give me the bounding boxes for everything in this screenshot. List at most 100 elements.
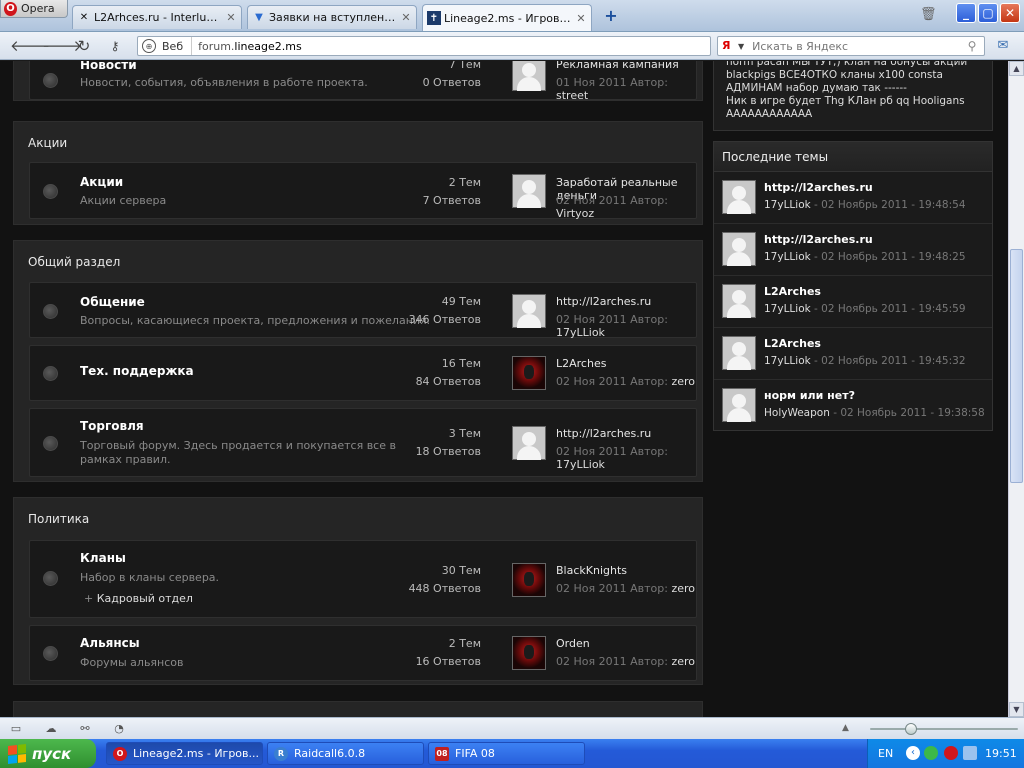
zoom-slider-knob[interactable]	[905, 723, 917, 735]
chevron-down-icon[interactable]: ▼	[738, 42, 744, 51]
recent-topic-item[interactable]: L2Arches 17yLLiok - 02 Ноябрь 2011 - 19:…	[714, 276, 992, 328]
forum-row[interactable]: Торговля Торговый форум. Здесь продается…	[29, 408, 697, 477]
avatar[interactable]	[512, 61, 546, 91]
language-indicator[interactable]: EN	[878, 747, 893, 760]
opera-menu-button[interactable]: O Opera	[0, 0, 68, 18]
forum-row[interactable]: Новости Новости, события, объявления в р…	[29, 61, 697, 102]
tag-line[interactable]: АААААААААААА	[726, 108, 980, 121]
recent-topic-item[interactable]: http://l2arches.ru 17yLLiok - 02 Ноябрь …	[714, 172, 992, 224]
recent-topic-title[interactable]: норм или нет?	[764, 389, 855, 402]
last-post-title[interactable]: BlackKnights	[556, 564, 627, 577]
zoom-slider[interactable]	[870, 728, 1018, 730]
forum-topics-count: 30 Тем	[441, 564, 481, 577]
tag-line[interactable]: Ник в игре будет Thg КЛан рб qq Hooligan…	[726, 95, 980, 108]
forward-arrow-icon[interactable]: 🡒	[42, 38, 82, 54]
forum-row[interactable]: Акции Акции сервера 2 Тем 7 Ответов Зара…	[29, 162, 697, 220]
trash-icon[interactable]: 🗑	[920, 7, 937, 23]
search-input[interactable]	[752, 39, 964, 53]
forum-title[interactable]: Кланы	[80, 551, 126, 565]
avatar[interactable]	[512, 563, 546, 597]
taskbar-item[interactable]: O Lineage2.ms - Игров...	[106, 742, 263, 765]
vertical-scrollbar[interactable]: ▲ ▼	[1008, 61, 1024, 717]
check-shield-icon[interactable]	[924, 746, 938, 760]
last-post-title[interactable]: L2Arches	[556, 357, 606, 370]
scroll-up-arrow-icon[interactable]: ▲	[1009, 61, 1024, 76]
recent-topic-title[interactable]: L2Arches	[764, 285, 821, 298]
scrollbar-thumb[interactable]	[1010, 249, 1023, 483]
avatar[interactable]	[722, 232, 756, 266]
speedometer-icon[interactable]: ◔	[111, 722, 127, 736]
last-post-title[interactable]: Рекламная кампания	[556, 61, 679, 71]
avatar[interactable]	[512, 294, 546, 328]
browser-tab[interactable]: ▼ Заявки на вступление -... ✕	[247, 5, 417, 29]
avatar[interactable]	[722, 180, 756, 214]
forum-row[interactable]: Тех. поддержка 16 Тем 84 Ответов L2Arche…	[29, 345, 697, 401]
back-arrow-icon[interactable]: 🡐	[10, 38, 50, 54]
recent-topic-item[interactable]: http://l2arches.ru 17yLLiok - 02 Ноябрь …	[714, 224, 992, 276]
avatar[interactable]	[512, 426, 546, 460]
close-window-button[interactable]: ✕	[1000, 3, 1020, 23]
share-icon[interactable]: ⚯	[77, 722, 93, 736]
avatar[interactable]	[512, 636, 546, 670]
mail-icon[interactable]: ✉	[994, 38, 1012, 54]
recent-topic-item[interactable]: L2Arches 17yLLiok - 02 Ноябрь 2011 - 19:…	[714, 328, 992, 380]
tag-line[interactable]: АДМИНАМ набор думаю так ------	[726, 82, 980, 95]
address-field[interactable]: ⊕ Веб forum.lineage2.ms	[137, 36, 711, 56]
recent-topic-item[interactable]: норм или нет? HolyWeapon - 02 Ноябрь 201…	[714, 380, 992, 432]
search-field[interactable]: Я ▼ ⚲	[717, 36, 985, 56]
forum-title[interactable]: Тех. поддержка	[80, 364, 194, 378]
new-tab-plus-icon[interactable]: +	[603, 8, 619, 24]
subforum-link[interactable]: Кадровый отдел	[84, 592, 193, 605]
taskbar-item[interactable]: 08 FIFA 08	[428, 742, 585, 765]
last-post-title[interactable]: Orden	[556, 637, 590, 650]
maximize-button[interactable]: ▢	[978, 3, 998, 23]
last-post-title[interactable]: http://l2arches.ru	[556, 427, 651, 440]
browser-tab[interactable]: ✕ L2Arhces.ru - Interlude ... ✕	[72, 5, 242, 29]
last-post-meta: 02 Ноя 2011 Автор: Virtyoz	[556, 194, 668, 220]
avatar[interactable]	[722, 388, 756, 422]
category-title[interactable]: Акции	[28, 136, 67, 150]
yandex-logo-icon[interactable]: Я	[722, 39, 736, 53]
last-post-title[interactable]: http://l2arches.ru	[556, 295, 651, 308]
tab-close-icon[interactable]: ✕	[400, 11, 412, 24]
forum-title[interactable]: Альянсы	[80, 636, 140, 650]
search-icon[interactable]: ⚲	[964, 39, 980, 53]
forum-posts-count: 18 Ответов	[415, 445, 481, 458]
recent-topic-title[interactable]: http://l2arches.ru	[764, 233, 873, 246]
forum-title[interactable]: Акции	[80, 175, 123, 189]
tag-line[interactable]: norm pacan МЫ ТУТ;) клан на бонусы акции	[726, 61, 980, 69]
forum-title[interactable]: Торговля	[80, 419, 144, 433]
forum-row[interactable]: Альянсы Форумы альянсов 2 Тем 16 Ответов…	[29, 625, 697, 681]
avatar[interactable]	[722, 284, 756, 318]
reload-icon[interactable]: ↻	[75, 38, 93, 54]
recent-topic-title[interactable]: L2Arches	[764, 337, 821, 350]
tab-close-icon[interactable]: ✕	[575, 12, 587, 25]
category-title[interactable]: Общий раздел	[28, 255, 120, 269]
forum-row[interactable]: Кланы Набор в кланы сервера. Кадровый от…	[29, 540, 697, 618]
tag-line[interactable]: blackpigs ВСЕ4ОТКО кланы x100 consta	[726, 69, 980, 82]
tab-close-icon[interactable]: ✕	[225, 11, 237, 24]
recent-topic-title[interactable]: http://l2arches.ru	[764, 181, 873, 194]
scroll-down-arrow-icon[interactable]: ▼	[1009, 702, 1024, 717]
chevron-left-icon[interactable]: ‹	[906, 746, 920, 760]
category-title[interactable]: Политика	[28, 512, 89, 526]
address-url[interactable]: forum.lineage2.ms	[192, 40, 302, 53]
avatar[interactable]	[512, 174, 546, 208]
opera-tray-icon[interactable]	[944, 746, 958, 760]
panel-toggle-icon[interactable]: ▭	[8, 722, 24, 736]
taskbar-item[interactable]: R Raidcall6.0.8	[267, 742, 424, 765]
triangle-up-icon[interactable]: ▲	[842, 723, 849, 733]
minimize-button[interactable]: _	[956, 3, 976, 23]
forum-category: Акции Акции Акции сервера 2 Тем 7 Ответо…	[13, 121, 703, 225]
avatar[interactable]	[722, 336, 756, 370]
cloud-icon[interactable]: ☁	[43, 722, 59, 736]
forum-title[interactable]: Общение	[80, 295, 145, 309]
forum-title[interactable]: Новости	[80, 61, 137, 72]
avatar[interactable]	[512, 356, 546, 390]
forum-row[interactable]: Общение Вопросы, касающиеся проекта, пре…	[29, 282, 697, 339]
key-icon[interactable]: ⚷	[106, 38, 124, 54]
clock[interactable]: 19:51	[985, 747, 1017, 760]
network-icon[interactable]	[963, 746, 977, 760]
browser-tab-active[interactable]: ✝ Lineage2.ms - Игровое с... ✕	[422, 4, 592, 31]
start-button[interactable]: пуск	[0, 739, 96, 768]
